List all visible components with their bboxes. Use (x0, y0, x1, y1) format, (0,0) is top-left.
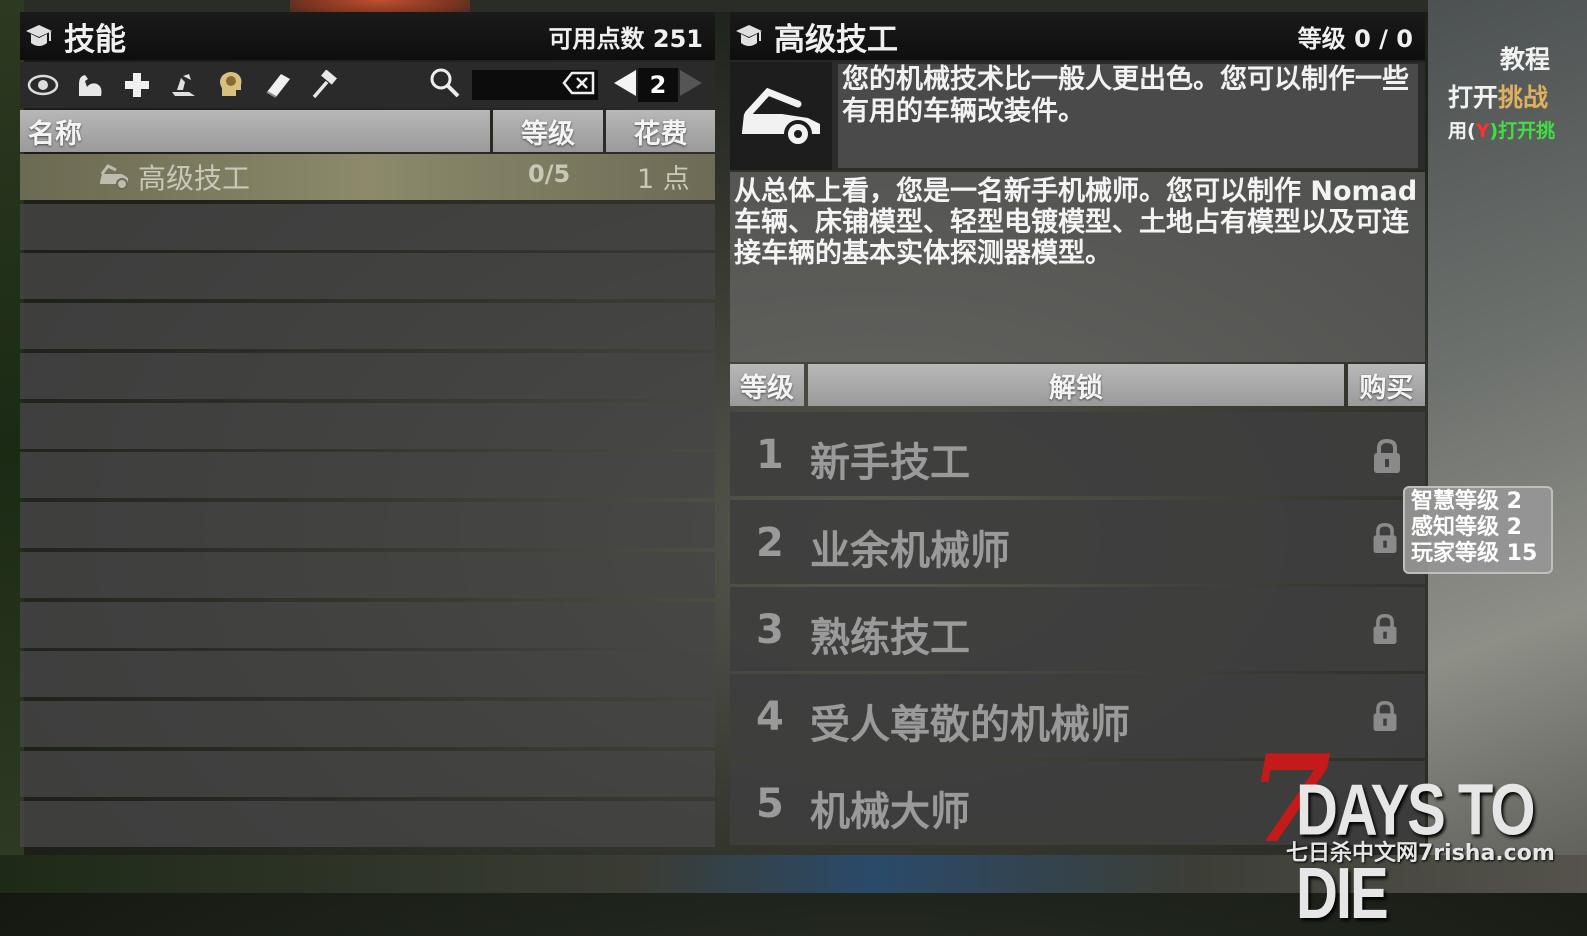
intellect-icon[interactable] (214, 68, 248, 102)
column-buy: 购买 (1348, 364, 1425, 406)
graduation-cap-icon (24, 21, 54, 51)
challenge-hint-link: 挑战 (1498, 83, 1549, 112)
rank-row[interactable]: 2 业余机械师 (730, 500, 1425, 584)
perk-long-description: 从总体上看，您是一名新手机械师。您可以制作 Nomad 车辆、床铺模型、轻型电镀… (730, 172, 1425, 362)
skills-panel-header: 技能 可用点数 251 (20, 12, 715, 60)
empty-skill-row (20, 204, 715, 250)
perk-panel-header: 高级技工 等级 0 / 0 (730, 12, 1425, 60)
column-name[interactable]: 名称 (20, 110, 490, 152)
perk-summary: 您的机械技术比一般人更出色。您可以制作一些有用的车辆改装件。 (730, 62, 1425, 170)
column-cost[interactable]: 花费 (606, 110, 715, 152)
rank-number: 4 (756, 694, 784, 740)
key-hint-prefix: 用( (1448, 120, 1476, 142)
empty-skill-row (20, 353, 715, 399)
hammer-icon[interactable] (308, 68, 342, 102)
rank-name: 机械大师 (810, 789, 970, 835)
rank-row[interactable]: 3 熟练技工 (730, 587, 1425, 671)
rank-name: 受人尊敬的机械师 (810, 702, 1130, 748)
book-icon[interactable] (261, 68, 295, 102)
tutorial-hint: 教程 (1500, 45, 1551, 74)
lock-icon (1370, 438, 1404, 478)
empty-skill-row (20, 801, 715, 847)
tooltip-line: 智慧等级 2 (1411, 489, 1522, 514)
rank-list-header: 等级 解锁 购买 (730, 364, 1425, 410)
next-page-icon[interactable] (678, 68, 704, 102)
graduation-cap-icon (734, 21, 764, 51)
requirements-tooltip: 智慧等级 2 感知等级 2 玩家等级 15 (1403, 486, 1553, 574)
perk-title: 高级技工 (774, 21, 898, 58)
challenge-hint: 打开挑战 (1448, 78, 1548, 114)
available-points: 可用点数 251 (548, 24, 703, 53)
perk-short-description: 您的机械技术比一般人更出色。您可以制作一些有用的车辆改装件。 (838, 64, 1418, 168)
skill-list-header: 名称 等级 花费 (20, 110, 715, 152)
fortitude-icon[interactable] (120, 68, 154, 102)
search-icon[interactable] (428, 66, 462, 104)
skill-level: 0/5 (528, 160, 571, 188)
rank-name: 新手技工 (810, 440, 970, 486)
strength-icon[interactable] (73, 68, 107, 102)
car-icon (96, 164, 132, 194)
empty-skill-row (20, 751, 715, 797)
skill-name: 高级技工 (138, 162, 251, 195)
perk-level: 等级 0 / 0 (1297, 24, 1413, 53)
empty-skill-row (20, 552, 715, 598)
skill-row-advanced-engineering[interactable]: 高级技工 0/5 1 点 (20, 154, 715, 200)
tooltip-line: 感知等级 2 (1411, 515, 1522, 540)
lock-icon (1370, 522, 1400, 558)
lock-icon (1370, 613, 1400, 649)
eye-icon[interactable] (26, 68, 60, 102)
lock-icon (1370, 700, 1400, 736)
column-unlock: 解锁 (808, 364, 1344, 406)
rank-name: 业余机械师 (810, 528, 1010, 574)
key-hint-key: Y (1475, 120, 1490, 142)
rank-number: 2 (756, 520, 784, 566)
empty-skill-row (20, 452, 715, 498)
skill-cost: 1 点 (637, 164, 690, 195)
rank-number: 1 (756, 432, 784, 478)
skills-title: 技能 (64, 21, 126, 58)
empty-skill-row (20, 701, 715, 747)
prev-page-icon[interactable] (612, 68, 638, 102)
challenge-hint-open: 打开 (1448, 83, 1499, 112)
column-level[interactable]: 等级 (493, 110, 603, 152)
car-hood-icon (730, 62, 832, 170)
game-logo-watermark: 7 DAYS TO DIE 七日杀中文网7risha.com (1248, 740, 1568, 935)
rank-number: 3 (756, 607, 784, 653)
empty-skill-row (20, 253, 715, 299)
skill-filter-toolbar: 2 (20, 62, 715, 108)
rank-number: 5 (756, 781, 784, 827)
background-top (0, 0, 1587, 12)
empty-skill-row (20, 502, 715, 548)
empty-skill-row (20, 403, 715, 449)
skill-list: 高级技工 0/5 1 点 (20, 154, 715, 850)
tooltip-line: 玩家等级 15 (1411, 541, 1538, 566)
search-area: 2 (428, 66, 704, 104)
empty-skill-row (20, 303, 715, 349)
empty-skill-row (20, 651, 715, 697)
rank-row[interactable]: 1 新手技工 (730, 412, 1425, 496)
page-number: 2 (638, 68, 678, 102)
key-hint-suffix: )打开挑 (1489, 120, 1556, 142)
challenge-key-hint: 用(Y)打开挑 (1448, 116, 1555, 143)
empty-skill-row (20, 602, 715, 648)
agility-icon[interactable] (167, 68, 201, 102)
backspace-icon[interactable] (562, 70, 596, 100)
logo-site: 七日杀中文网7risha.com (1286, 841, 1555, 866)
rank-name: 熟练技工 (810, 615, 970, 661)
column-rank-level: 等级 (730, 364, 804, 406)
